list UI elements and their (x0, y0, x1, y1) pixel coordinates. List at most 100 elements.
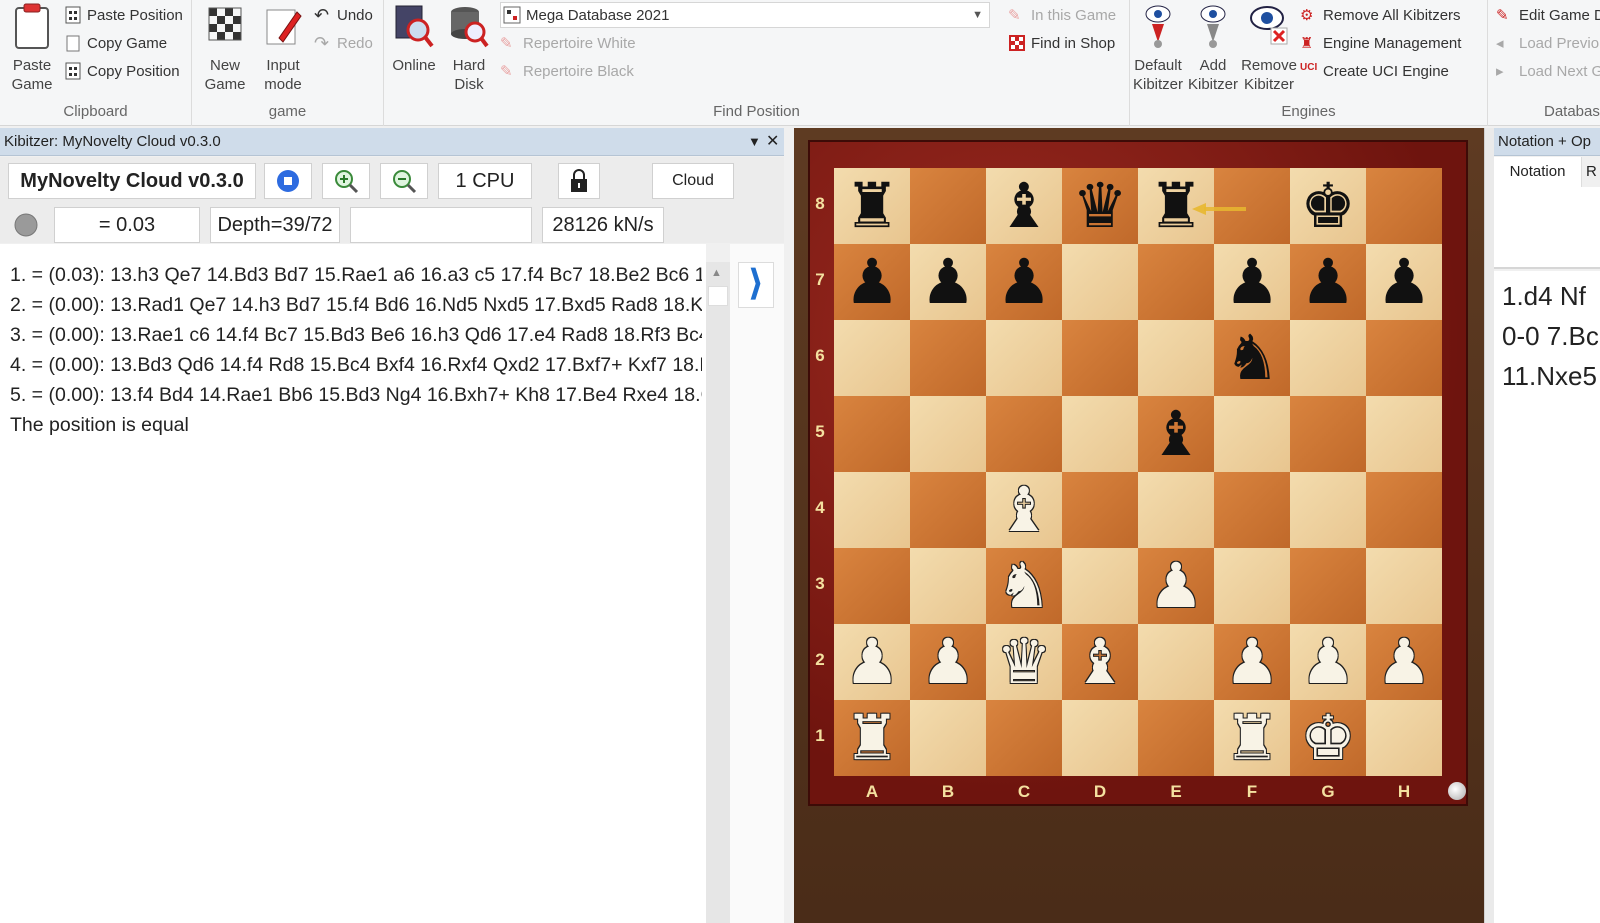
hard-disk-button[interactable]: Hard Disk (440, 2, 498, 94)
white-pawn-icon[interactable]: ♟ (910, 624, 986, 700)
black-pawn-icon[interactable]: ♟ (1214, 244, 1290, 320)
white-queen-icon[interactable]: ♛ (986, 624, 1062, 700)
load-previous-button[interactable]: ◂ Load Previo (1496, 30, 1599, 56)
zoom-in-button[interactable] (322, 163, 370, 199)
square-d1[interactable] (1062, 700, 1138, 776)
square-e7[interactable] (1138, 244, 1214, 320)
redo-button[interactable]: ↷ Redo (314, 30, 373, 56)
panel-splitter[interactable] (1484, 128, 1494, 923)
remove-all-kibitzers-button[interactable]: ⚙ Remove All Kibitzers (1300, 2, 1461, 28)
add-kibitzer-button[interactable]: Add Kibitzer (1186, 2, 1240, 94)
black-rook-icon[interactable]: ♜ (834, 168, 910, 244)
black-queen-icon[interactable]: ♛ (1062, 168, 1138, 244)
black-knight-icon[interactable]: ♞ (1214, 320, 1290, 396)
notation-line[interactable]: 1.d4 Nf (1502, 281, 1586, 312)
tab-notation[interactable]: Notation (1494, 157, 1582, 187)
square-f4[interactable] (1214, 472, 1290, 548)
black-pawn-icon[interactable]: ♟ (1366, 244, 1442, 320)
square-h8[interactable] (1366, 168, 1442, 244)
cloud-button[interactable]: Cloud (652, 163, 734, 199)
square-g3[interactable] (1290, 548, 1366, 624)
copy-position-button[interactable]: Copy Position (64, 58, 180, 84)
black-pawn-icon[interactable]: ♟ (910, 244, 986, 320)
scrollbar-thumb[interactable] (708, 286, 728, 306)
white-pawn-icon[interactable]: ♟ (1366, 624, 1442, 700)
white-rook-icon[interactable]: ♜ (1214, 700, 1290, 776)
square-b6[interactable] (910, 320, 986, 396)
engine-line[interactable]: 1. = (0.03): 13.h3 Qe7 14.Bd3 Bd7 15.Rae… (10, 264, 702, 287)
black-pawn-icon[interactable]: ♟ (1290, 244, 1366, 320)
square-b8[interactable] (910, 168, 986, 244)
white-knight-icon[interactable]: ♞ (986, 548, 1062, 624)
engine-line[interactable]: 5. = (0.00): 13.f4 Bd4 14.Rae1 Bb6 15.Bd… (10, 384, 702, 407)
black-pawn-icon[interactable]: ♟ (834, 244, 910, 320)
white-bishop-icon[interactable]: ♝ (1062, 624, 1138, 700)
square-e2[interactable] (1138, 624, 1214, 700)
tab-other[interactable]: R (1586, 157, 1597, 187)
black-bishop-icon[interactable]: ♝ (986, 168, 1062, 244)
paste-game-button[interactable]: Paste Game (6, 2, 58, 94)
square-e1[interactable] (1138, 700, 1214, 776)
engine-line[interactable]: 3. = (0.00): 13.Rae1 c6 14.f4 Bc7 15.Bd3… (10, 324, 702, 347)
square-g4[interactable] (1290, 472, 1366, 548)
lock-button[interactable] (558, 163, 600, 199)
white-bishop-icon[interactable]: ♝ (986, 472, 1062, 548)
square-c6[interactable] (986, 320, 1062, 396)
engine-line[interactable]: 2. = (0.00): 13.Rad1 Qe7 14.h3 Bd7 15.f4… (10, 294, 702, 317)
square-b3[interactable] (910, 548, 986, 624)
square-a5[interactable] (834, 396, 910, 472)
load-next-button[interactable]: ▸ Load Next G (1496, 58, 1600, 84)
vertical-scrollbar[interactable]: ▲ (706, 262, 730, 923)
white-king-icon[interactable]: ♚ (1290, 700, 1366, 776)
notation-line[interactable]: 0-0 7.Bc (1502, 321, 1599, 352)
square-a4[interactable] (834, 472, 910, 548)
database-select[interactable]: Mega Database 2021 ▼ (500, 2, 990, 28)
dropdown-icon[interactable]: ▼ (748, 128, 761, 156)
white-pawn-icon[interactable]: ♟ (834, 624, 910, 700)
repertoire-white-button[interactable]: ✎ Repertoire White (500, 30, 636, 56)
square-h1[interactable] (1366, 700, 1442, 776)
edit-game-data-button[interactable]: ✎ Edit Game D (1496, 2, 1600, 28)
white-pawn-icon[interactable]: ♟ (1214, 624, 1290, 700)
create-uci-engine-button[interactable]: UCI Create UCI Engine (1300, 58, 1449, 84)
square-a6[interactable] (834, 320, 910, 396)
white-pawn-icon[interactable]: ♟ (1290, 624, 1366, 700)
square-h5[interactable] (1366, 396, 1442, 472)
square-d7[interactable] (1062, 244, 1138, 320)
engine-management-button[interactable]: ♜ Engine Management (1300, 30, 1461, 56)
expand-panel-button[interactable]: ⟩ (738, 262, 774, 308)
scroll-up-icon[interactable]: ▲ (711, 267, 722, 279)
white-pawn-icon[interactable]: ♟ (1138, 548, 1214, 624)
repertoire-black-button[interactable]: ✎ Repertoire Black (500, 58, 634, 84)
square-f5[interactable] (1214, 396, 1290, 472)
square-h3[interactable] (1366, 548, 1442, 624)
find-in-shop-button[interactable]: Find in Shop (1008, 30, 1115, 56)
square-b1[interactable] (910, 700, 986, 776)
square-h4[interactable] (1366, 472, 1442, 548)
paste-position-button[interactable]: Paste Position (64, 2, 183, 28)
chevron-down-icon[interactable]: ▼ (972, 9, 983, 21)
in-this-game-button[interactable]: ✎ In this Game (1008, 2, 1116, 28)
square-g6[interactable] (1290, 320, 1366, 396)
stop-button[interactable] (264, 163, 312, 199)
cpu-count[interactable]: 1 CPU (438, 163, 532, 199)
zoom-out-button[interactable] (380, 163, 428, 199)
square-d4[interactable] (1062, 472, 1138, 548)
square-a3[interactable] (834, 548, 910, 624)
online-button[interactable]: Online (388, 2, 440, 75)
square-b5[interactable] (910, 396, 986, 472)
default-kibitzer-button[interactable]: Default Kibitzer (1130, 2, 1186, 94)
square-e6[interactable] (1138, 320, 1214, 396)
copy-game-button[interactable]: Copy Game (64, 30, 167, 56)
square-c1[interactable] (986, 700, 1062, 776)
square-g5[interactable] (1290, 396, 1366, 472)
chessboard[interactable]: ♜ ♝ ♛ ♜ ♚ ♟ ♟ ♟ ♟ ♟ ♟ ♞ ♝ ♝ ♞ ♟ ♟ ♟ ♛ ♝ ♟ ♟ ♟ ♜ ♜ ♚ (834, 168, 1442, 776)
white-rook-icon[interactable]: ♜ (834, 700, 910, 776)
square-c5[interactable] (986, 396, 1062, 472)
engine-line[interactable]: 4. = (0.00): 13.Bd3 Qd6 14.f4 Rd8 15.Bc4… (10, 354, 702, 377)
remove-kibitzer-button[interactable]: Remove Kibitzer (1240, 2, 1298, 94)
notation-line[interactable]: 11.Nxe5 (1502, 361, 1597, 392)
black-bishop-icon[interactable]: ♝ (1138, 396, 1214, 472)
close-icon[interactable]: ✕ (766, 128, 779, 156)
square-e4[interactable] (1138, 472, 1214, 548)
